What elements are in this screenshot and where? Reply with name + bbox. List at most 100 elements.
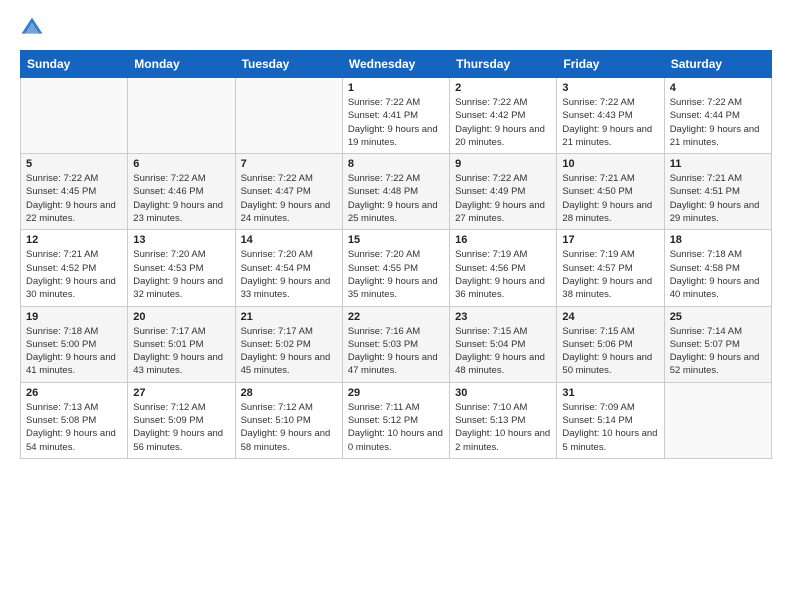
weekday-header-sunday: Sunday: [21, 51, 128, 78]
day-info: Sunrise: 7:15 AM Sunset: 5:04 PM Dayligh…: [455, 325, 551, 378]
day-info: Sunrise: 7:16 AM Sunset: 5:03 PM Dayligh…: [348, 325, 444, 378]
calendar-cell: 8 Sunrise: 7:22 AM Sunset: 4:48 PM Daylig…: [342, 154, 449, 230]
day-number: 17: [562, 234, 658, 246]
day-info: Sunrise: 7:22 AM Sunset: 4:46 PM Dayligh…: [133, 172, 229, 225]
day-info: Sunrise: 7:22 AM Sunset: 4:43 PM Dayligh…: [562, 96, 658, 149]
calendar-cell: 22 Sunrise: 7:16 AM Sunset: 5:03 PM Dayli…: [342, 306, 449, 382]
day-info: Sunrise: 7:11 AM Sunset: 5:12 PM Dayligh…: [348, 401, 444, 454]
day-info: Sunrise: 7:17 AM Sunset: 5:02 PM Dayligh…: [241, 325, 337, 378]
day-info: Sunrise: 7:17 AM Sunset: 5:01 PM Dayligh…: [133, 325, 229, 378]
calendar-cell: [21, 78, 128, 154]
day-number: 23: [455, 311, 551, 323]
day-number: 31: [562, 387, 658, 399]
week-row-1: 5 Sunrise: 7:22 AM Sunset: 4:45 PM Daylig…: [21, 154, 772, 230]
day-number: 30: [455, 387, 551, 399]
calendar-cell: 11 Sunrise: 7:21 AM Sunset: 4:51 PM Dayli…: [664, 154, 771, 230]
day-number: 26: [26, 387, 122, 399]
calendar-cell: 7 Sunrise: 7:22 AM Sunset: 4:47 PM Daylig…: [235, 154, 342, 230]
calendar-cell: 14Sunrise: 7:20 AM Sunset: 4:54 PM Dayli…: [235, 230, 342, 306]
calendar-cell: 21 Sunrise: 7:17 AM Sunset: 5:02 PM Dayli…: [235, 306, 342, 382]
calendar-cell: 6 Sunrise: 7:22 AM Sunset: 4:46 PM Daylig…: [128, 154, 235, 230]
weekday-header-thursday: Thursday: [450, 51, 557, 78]
calendar-cell: 10 Sunrise: 7:21 AM Sunset: 4:50 PM Dayli…: [557, 154, 664, 230]
calendar-cell: 17Sunrise: 7:19 AM Sunset: 4:57 PM Dayli…: [557, 230, 664, 306]
day-info: Sunrise: 7:10 AM Sunset: 5:13 PM Dayligh…: [455, 401, 551, 454]
day-number: 8: [348, 158, 444, 170]
day-info: Sunrise: 7:21 AM Sunset: 4:50 PM Dayligh…: [562, 172, 658, 225]
week-row-3: 19 Sunrise: 7:18 AM Sunset: 5:00 PM Dayli…: [21, 306, 772, 382]
day-info: Sunrise: 7:15 AM Sunset: 5:06 PM Dayligh…: [562, 325, 658, 378]
calendar-cell: 27 Sunrise: 7:12 AM Sunset: 5:09 PM Dayli…: [128, 382, 235, 458]
calendar-cell: 4 Sunrise: 7:22 AM Sunset: 4:44 PM Daylig…: [664, 78, 771, 154]
calendar-cell: 28Sunrise: 7:12 AM Sunset: 5:10 PM Dayli…: [235, 382, 342, 458]
day-number: 29: [348, 387, 444, 399]
day-number: 15: [348, 234, 444, 246]
calendar-header: SundayMondayTuesdayWednesdayThursdayFrid…: [21, 51, 772, 78]
logo-icon: [20, 16, 44, 40]
day-number: 19: [26, 311, 122, 323]
calendar-cell: 31 Sunrise: 7:09 AM Sunset: 5:14 PM Dayli…: [557, 382, 664, 458]
day-info: Sunrise: 7:21 AM Sunset: 4:52 PM Dayligh…: [26, 248, 122, 301]
calendar-cell: 23 Sunrise: 7:15 AM Sunset: 5:04 PM Dayli…: [450, 306, 557, 382]
day-info: Sunrise: 7:14 AM Sunset: 5:07 PM Dayligh…: [670, 325, 766, 378]
day-info: Sunrise: 7:18 AM Sunset: 5:00 PM Dayligh…: [26, 325, 122, 378]
logo: [20, 16, 48, 40]
day-number: 1: [348, 82, 444, 94]
day-info: Sunrise: 7:22 AM Sunset: 4:42 PM Dayligh…: [455, 96, 551, 149]
day-number: 5: [26, 158, 122, 170]
calendar-cell: 24 Sunrise: 7:15 AM Sunset: 5:06 PM Dayli…: [557, 306, 664, 382]
day-number: 6: [133, 158, 229, 170]
calendar-cell: 2 Sunrise: 7:22 AM Sunset: 4:42 PM Daylig…: [450, 78, 557, 154]
day-info: Sunrise: 7:22 AM Sunset: 4:48 PM Dayligh…: [348, 172, 444, 225]
day-info: Sunrise: 7:09 AM Sunset: 5:14 PM Dayligh…: [562, 401, 658, 454]
day-info: Sunrise: 7:22 AM Sunset: 4:47 PM Dayligh…: [241, 172, 337, 225]
day-info: Sunrise: 7:22 AM Sunset: 4:44 PM Dayligh…: [670, 96, 766, 149]
calendar-cell: 3 Sunrise: 7:22 AM Sunset: 4:43 PM Daylig…: [557, 78, 664, 154]
day-number: 20: [133, 311, 229, 323]
day-number: 25: [670, 311, 766, 323]
day-number: 7: [241, 158, 337, 170]
day-number: 24: [562, 311, 658, 323]
day-info: Sunrise: 7:22 AM Sunset: 4:45 PM Dayligh…: [26, 172, 122, 225]
calendar-cell: 25 Sunrise: 7:14 AM Sunset: 5:07 PM Dayli…: [664, 306, 771, 382]
week-row-2: 12 Sunrise: 7:21 AM Sunset: 4:52 PM Dayli…: [21, 230, 772, 306]
calendar-cell: 20 Sunrise: 7:17 AM Sunset: 5:01 PM Dayli…: [128, 306, 235, 382]
day-number: 10: [562, 158, 658, 170]
day-number: 2: [455, 82, 551, 94]
calendar-cell: 19 Sunrise: 7:18 AM Sunset: 5:00 PM Dayli…: [21, 306, 128, 382]
day-info: Sunrise: 7:20 AM Sunset: 4:55 PM Dayligh…: [348, 248, 444, 301]
calendar-cell: 5 Sunrise: 7:22 AM Sunset: 4:45 PM Daylig…: [21, 154, 128, 230]
calendar-cell: [664, 382, 771, 458]
day-number: 22: [348, 311, 444, 323]
day-info: Sunrise: 7:22 AM Sunset: 4:49 PM Dayligh…: [455, 172, 551, 225]
week-row-0: 1 Sunrise: 7:22 AM Sunset: 4:41 PM Daylig…: [21, 78, 772, 154]
day-number: 11: [670, 158, 766, 170]
day-number: 21: [241, 311, 337, 323]
day-number: 27: [133, 387, 229, 399]
calendar-cell: 26 Sunrise: 7:13 AM Sunset: 5:08 PM Dayli…: [21, 382, 128, 458]
day-info: Sunrise: 7:22 AM Sunset: 4:41 PM Dayligh…: [348, 96, 444, 149]
day-info: Sunrise: 7:21 AM Sunset: 4:51 PM Dayligh…: [670, 172, 766, 225]
calendar-cell: [128, 78, 235, 154]
calendar-table: SundayMondayTuesdayWednesdayThursdayFrid…: [20, 50, 772, 459]
day-number: 28: [241, 387, 337, 399]
calendar-cell: 29 Sunrise: 7:11 AM Sunset: 5:12 PM Dayli…: [342, 382, 449, 458]
day-number: 4: [670, 82, 766, 94]
day-number: 13: [133, 234, 229, 246]
weekday-header-row: SundayMondayTuesdayWednesdayThursdayFrid…: [21, 51, 772, 78]
weekday-header-wednesday: Wednesday: [342, 51, 449, 78]
day-number: 18: [670, 234, 766, 246]
day-info: Sunrise: 7:12 AM Sunset: 5:09 PM Dayligh…: [133, 401, 229, 454]
day-number: 12: [26, 234, 122, 246]
weekday-header-saturday: Saturday: [664, 51, 771, 78]
day-info: Sunrise: 7:18 AM Sunset: 4:58 PM Dayligh…: [670, 248, 766, 301]
day-info: Sunrise: 7:13 AM Sunset: 5:08 PM Dayligh…: [26, 401, 122, 454]
weekday-header-monday: Monday: [128, 51, 235, 78]
weekday-header-friday: Friday: [557, 51, 664, 78]
day-info: Sunrise: 7:20 AM Sunset: 4:53 PM Dayligh…: [133, 248, 229, 301]
day-number: 3: [562, 82, 658, 94]
calendar-cell: 18 Sunrise: 7:18 AM Sunset: 4:58 PM Dayli…: [664, 230, 771, 306]
header: [20, 16, 772, 40]
week-row-4: 26 Sunrise: 7:13 AM Sunset: 5:08 PM Dayli…: [21, 382, 772, 458]
calendar-cell: 15 Sunrise: 7:20 AM Sunset: 4:55 PM Dayli…: [342, 230, 449, 306]
